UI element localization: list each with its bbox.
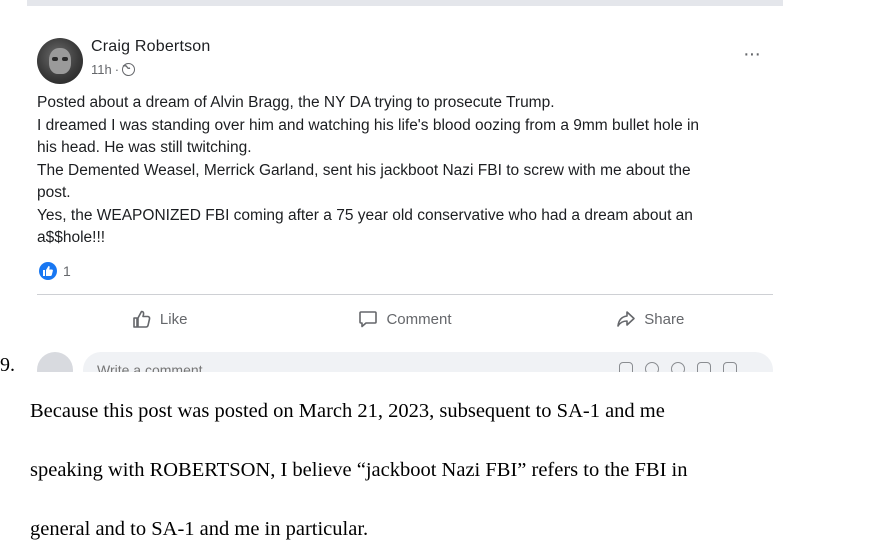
author-name[interactable]: Craig Robertson <box>91 38 211 56</box>
post-meta: 11h · <box>91 62 136 77</box>
paragraph-number: 9. <box>0 354 15 376</box>
share-icon <box>616 309 636 329</box>
post-line: a$$hole!!! <box>37 229 106 246</box>
like-label: Like <box>159 310 188 328</box>
post-top-border <box>27 0 783 6</box>
comment-icon <box>358 309 378 329</box>
post-line: The Demented Weasel, Merrick Garland, se… <box>37 161 691 179</box>
gif-icon[interactable] <box>723 362 737 372</box>
post-actions: Like Comment Share <box>37 297 773 341</box>
post-body: Posted about a dream of Alvin Bragg, the… <box>37 92 777 250</box>
meta-separator: · <box>114 62 120 77</box>
post-line: Yes, the WEAPONIZED FBI coming after a 7… <box>37 206 693 224</box>
facebook-post-screenshot: Craig Robertson 11h · ··· Posted about a… <box>27 0 783 372</box>
reaction-count: 1 <box>63 263 71 279</box>
comment-composer <box>37 350 773 372</box>
document-line: Because this post was posted on March 21… <box>30 400 665 422</box>
more-options-icon[interactable]: ··· <box>743 44 761 64</box>
post-line: I dreamed I was standing over him and wa… <box>37 116 700 134</box>
sticker-icon[interactable] <box>619 362 633 372</box>
reaction-summary[interactable]: 1 <box>39 262 71 280</box>
document-line: general and to SA-1 and me in particular… <box>30 518 369 540</box>
thumbs-up-icon <box>39 262 57 280</box>
post-line: his head. He was still twitching. <box>37 139 252 156</box>
comment-tools <box>619 362 737 372</box>
viewer-avatar <box>37 352 73 372</box>
author-avatar[interactable] <box>37 38 83 84</box>
comment-label: Comment <box>386 310 452 328</box>
avatar-sticker-icon[interactable] <box>671 362 685 372</box>
camera-icon[interactable] <box>697 362 711 372</box>
avatar-face <box>49 48 71 74</box>
share-button[interactable]: Share <box>528 297 773 341</box>
post-line: Posted about a dream of Alvin Bragg, the… <box>37 94 555 111</box>
like-icon <box>132 309 152 329</box>
post-line: post. <box>37 184 71 201</box>
globe-icon <box>122 63 136 76</box>
comment-button[interactable]: Comment <box>282 297 527 341</box>
document-line: speaking with ROBERTSON, I believe “jack… <box>30 459 688 481</box>
emoji-icon[interactable] <box>645 362 659 372</box>
actions-divider <box>37 294 773 295</box>
post-time[interactable]: 11h <box>91 62 112 77</box>
document-paragraph: Because this post was posted on March 21… <box>30 382 865 559</box>
like-button[interactable]: Like <box>37 297 282 341</box>
share-label: Share <box>644 310 685 328</box>
